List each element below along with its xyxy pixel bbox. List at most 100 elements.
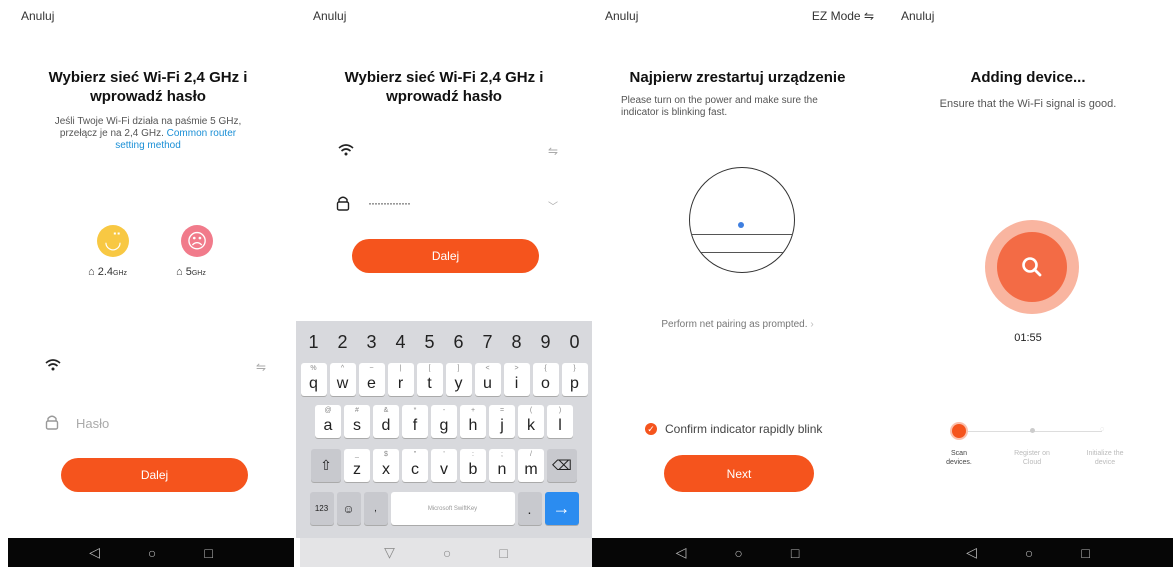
key-h[interactable]: + h bbox=[460, 405, 486, 438]
back-icon[interactable]: ◁ bbox=[966, 544, 977, 561]
pairing-help-link[interactable]: Perform net pairing as prompted. › bbox=[592, 319, 883, 330]
chevron-down-icon[interactable]: ﹀ bbox=[548, 198, 558, 213]
key-2[interactable]: 2 bbox=[330, 324, 356, 360]
key-l[interactable]: ) l bbox=[547, 405, 573, 438]
key-w[interactable]: ^ w bbox=[329, 363, 356, 396]
key-g[interactable]: -g bbox=[431, 405, 457, 438]
signal-hint: Ensure that the Wi-Fi signal is good. bbox=[939, 98, 1117, 110]
cancel-button[interactable]: Anuluj bbox=[901, 9, 934, 23]
home-icon[interactable]: ○ bbox=[1025, 545, 1033, 561]
key-3[interactable]: 3 bbox=[359, 324, 385, 360]
happy-face-icon: ◡̈ bbox=[97, 225, 129, 257]
ez-mode-switch[interactable]: EZ Mode ⇋ bbox=[812, 9, 874, 23]
recent-apps-icon[interactable]: □ bbox=[791, 545, 799, 561]
wifi-icon bbox=[338, 143, 354, 162]
router-setting-link[interactable]: Common router bbox=[167, 128, 236, 139]
key-p[interactable]: } p bbox=[561, 363, 588, 396]
key-row-3: ⇧ _ z $ x " c ' v: b; n / m ⌫ bbox=[296, 449, 592, 482]
key-n[interactable]: ; n bbox=[489, 449, 515, 482]
key-i[interactable]: > i bbox=[503, 363, 530, 396]
key-4[interactable]: 4 bbox=[388, 324, 414, 360]
key-o[interactable]: {o bbox=[532, 363, 559, 396]
device-illustration bbox=[689, 167, 795, 273]
countdown-timer: 01:55 bbox=[1014, 332, 1042, 344]
page-title: Adding device... bbox=[970, 69, 1086, 86]
backspace-key[interactable]: ⌫ bbox=[547, 449, 577, 482]
key-c[interactable]: " c bbox=[402, 449, 428, 482]
key-x[interactable]: $ x bbox=[373, 449, 399, 482]
key-t[interactable]: [t bbox=[416, 363, 443, 396]
recent-apps-icon[interactable]: □ bbox=[499, 545, 507, 561]
key-k[interactable]: (k bbox=[518, 405, 544, 438]
key-z[interactable]: _ z bbox=[344, 449, 370, 482]
key-s[interactable]: # s bbox=[344, 405, 370, 438]
system-nav-bar: ▽ ○ □ bbox=[300, 538, 592, 567]
key-8[interactable]: 8 bbox=[504, 324, 530, 360]
title-line-2: wprowadź hasło bbox=[90, 88, 206, 105]
recent-apps-icon[interactable]: □ bbox=[1081, 545, 1089, 561]
sad-face-icon: ☹ bbox=[181, 225, 213, 257]
comma-mic-key[interactable]: , bbox=[363, 492, 388, 525]
numbers-key[interactable]: 123 bbox=[309, 492, 334, 525]
emoji-key[interactable]: ☺ bbox=[336, 492, 361, 525]
key-9[interactable]: 9 bbox=[533, 324, 559, 360]
next-button[interactable]: Next bbox=[664, 455, 814, 492]
key-b[interactable]: :b bbox=[460, 449, 486, 482]
wifi-icon bbox=[45, 358, 61, 377]
key-e[interactable]: ~ e bbox=[358, 363, 385, 396]
key-y[interactable]: ] y bbox=[445, 363, 472, 396]
adding-device-panel: Anuluj Adding device... Ensure that the … bbox=[883, 0, 1173, 538]
hint-line-1: Jeśli Twoje Wi-Fi działa na paśmie 5 GHz… bbox=[54, 116, 242, 127]
password-field[interactable]: Hasło bbox=[76, 416, 109, 431]
key-v[interactable]: ' v bbox=[431, 449, 457, 482]
key-r[interactable]: | r bbox=[387, 363, 414, 396]
back-icon[interactable]: ◁ bbox=[676, 544, 687, 561]
key-d[interactable]: & d bbox=[373, 405, 399, 438]
key-f[interactable]: * f bbox=[402, 405, 428, 438]
key-u[interactable]: < u bbox=[474, 363, 501, 396]
indicator-led bbox=[738, 222, 744, 228]
router-setting-link-2[interactable]: setting method bbox=[30, 140, 266, 152]
home-icon[interactable]: ○ bbox=[443, 545, 451, 561]
wifi-setup-panel: Anuluj Wybierz sieć Wi-Fi 2,4 GHz i wpro… bbox=[0, 0, 296, 538]
password-field[interactable]: ·············· bbox=[368, 196, 411, 210]
title-line-2: wprowadź hasło bbox=[386, 88, 502, 105]
checkbox-checked-icon[interactable]: ✓ bbox=[645, 423, 657, 435]
key-7[interactable]: 7 bbox=[475, 324, 501, 360]
period-key[interactable]: . bbox=[517, 492, 542, 525]
search-icon bbox=[1017, 252, 1047, 282]
switch-network-icon[interactable]: ⇋ bbox=[256, 360, 266, 374]
back-icon[interactable]: ◁ bbox=[89, 544, 100, 561]
key-5[interactable]: 5 bbox=[417, 324, 443, 360]
key-1[interactable]: 1 bbox=[301, 324, 327, 360]
confirm-blink-label[interactable]: Confirm indicator rapidly blink bbox=[665, 422, 822, 436]
cancel-button[interactable]: Anuluj bbox=[21, 9, 54, 23]
on-screen-keyboard: 1234567890 % q ^ w ~ e | r[t] y < u > i{o} p @ a # s & d * f… bbox=[296, 321, 592, 538]
key-a[interactable]: @ a bbox=[315, 405, 341, 438]
step-end-icon: ◌ bbox=[1100, 426, 1105, 433]
key-0[interactable]: 0 bbox=[562, 324, 588, 360]
step-active-dot bbox=[952, 424, 966, 438]
key-m[interactable]: / m bbox=[518, 449, 544, 482]
cancel-button[interactable]: Anuluj bbox=[605, 9, 638, 23]
cancel-button[interactable]: Anuluj bbox=[313, 9, 346, 23]
key-q[interactable]: % q bbox=[300, 363, 327, 396]
next-button[interactable]: Dalej bbox=[352, 239, 539, 273]
back-icon[interactable]: ▽ bbox=[384, 544, 395, 561]
microphone-icon: , bbox=[374, 503, 377, 514]
home-icon[interactable]: ○ bbox=[734, 545, 742, 561]
enter-key[interactable]: → bbox=[544, 492, 579, 525]
next-button[interactable]: Dalej bbox=[61, 458, 248, 492]
page-title: Najpierw zrestartuj urządzenie bbox=[629, 69, 846, 86]
router-icon: ⌂ bbox=[88, 266, 95, 278]
key-j[interactable]: = j bbox=[489, 405, 515, 438]
home-icon[interactable]: ○ bbox=[148, 545, 156, 561]
instructions: Please turn on the power and make sure t… bbox=[621, 95, 861, 119]
wifi-password-panel: Anuluj Wybierz sieć Wi-Fi 2,4 GHz i wpro… bbox=[296, 0, 592, 538]
lock-icon bbox=[45, 414, 59, 435]
switch-network-icon[interactable]: ⇋ bbox=[548, 144, 558, 158]
recent-apps-icon[interactable]: □ bbox=[204, 545, 212, 561]
key-6[interactable]: 6 bbox=[446, 324, 472, 360]
space-key[interactable]: Microsoft SwiftKey bbox=[390, 492, 515, 525]
shift-key[interactable]: ⇧ bbox=[311, 449, 341, 482]
